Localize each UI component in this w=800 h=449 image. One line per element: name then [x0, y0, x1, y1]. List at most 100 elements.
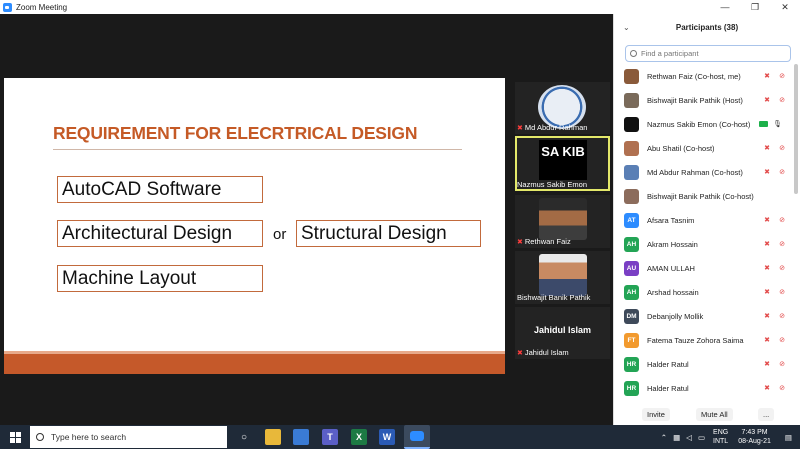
mute-all-button[interactable]: Mute All — [696, 407, 733, 421]
participant-row[interactable]: DM Debanjolly Mollik ✖ ⊘ — [614, 304, 792, 328]
video-tile-name: ✖ Rethwan Faiz — [517, 237, 571, 246]
video-off-icon: ⊘ — [779, 169, 785, 176]
participant-list-scrollbar[interactable] — [794, 64, 798, 194]
participant-avatar — [624, 116, 639, 132]
store-icon[interactable] — [293, 429, 309, 445]
participant-search-input[interactable] — [641, 49, 781, 58]
participants-panel: ⌄ Participants (38) Rethwan Faiz (Co-hos… — [613, 14, 800, 425]
participant-row[interactable]: Bishwajit Banik Pathik (Host) ✖ ⊘ — [614, 88, 792, 112]
participant-row[interactable]: HR Halder Ratul ✖ ⊘ — [614, 376, 792, 400]
mic-muted-icon: ✖ — [517, 349, 523, 357]
word-icon[interactable]: W — [379, 429, 395, 445]
volume-icon[interactable]: ◁ — [686, 433, 692, 442]
video-off-icon: ⊘ — [779, 145, 785, 152]
video-tile[interactable]: ✖ Md Abdur Rahman — [515, 82, 610, 134]
participant-row[interactable]: Md Abdur Rahman (Co-host) ✖ ⊘ — [614, 160, 792, 184]
slide-title-rule — [53, 149, 462, 150]
participant-row[interactable]: HR Halder Ratul ✖ ⊘ — [614, 352, 792, 376]
participant-name: Afsara Tasnim — [647, 215, 695, 225]
zoom-logo-icon — [3, 2, 12, 12]
participant-name: Arshad hossain — [647, 287, 699, 297]
participant-row[interactable]: Rethwan Faiz (Co-host, me) ✖ ⊘ — [614, 64, 792, 88]
participant-name: Rethwan Faiz (Co-host, me) — [647, 71, 741, 81]
taskbar-search[interactable]: Type here to search — [30, 426, 227, 448]
file-explorer-icon[interactable] — [265, 429, 281, 445]
slide-box-autocad: AutoCAD Software — [57, 176, 263, 203]
mic-on-icon: 🎙 — [773, 121, 782, 128]
video-off-icon: ⊘ — [779, 313, 785, 320]
participant-avatar: AU — [624, 260, 639, 276]
video-off-icon: ⊘ — [779, 385, 785, 392]
mic-muted-icon: ✖ — [764, 241, 770, 248]
participant-row[interactable]: AH Akram Hossain ✖ ⊘ — [614, 232, 792, 256]
task-view-icon[interactable]: ○ — [236, 429, 252, 445]
search-icon — [630, 50, 637, 57]
participant-name: Fatema Tauze Zohora Saima — [647, 335, 744, 345]
participant-name: Nazmus Sakib Emon (Co-host) — [647, 119, 751, 129]
participant-avatar: FT — [624, 332, 639, 348]
participant-row[interactable]: AH Arshad hossain ✖ ⊘ — [614, 280, 792, 304]
battery-icon[interactable]: ▭ — [698, 433, 705, 442]
mic-muted-icon: ✖ — [764, 385, 770, 392]
participant-search[interactable] — [625, 45, 791, 62]
window-title: Zoom Meeting — [16, 2, 68, 12]
zoom-taskbar-icon[interactable] — [404, 425, 430, 449]
video-off-icon: ⊘ — [779, 217, 785, 224]
video-tile-big-name: Jahidul Islam — [533, 325, 592, 335]
notification-icon[interactable]: ▤ — [785, 433, 792, 442]
participant-name: Akram Hossain — [647, 239, 698, 249]
participant-avatar: AT — [624, 212, 639, 228]
participant-video — [539, 198, 587, 240]
slide-box-machine: Machine Layout — [57, 265, 263, 292]
excel-icon[interactable]: X — [351, 429, 367, 445]
video-tile[interactable]: ✖ Rethwan Faiz — [515, 195, 610, 248]
video-tile-name: Nazmus Sakib Emon — [517, 180, 588, 189]
video-off-icon: ⊘ — [779, 289, 785, 296]
mic-muted-icon: ✖ — [764, 289, 770, 296]
participant-avatar: AH — [624, 236, 639, 252]
participant-row[interactable]: Bishwajit Banik Pathik (Co-host) — [614, 184, 792, 208]
participants-header: ⌄ Participants (38) — [614, 14, 800, 40]
network-icon[interactable]: ▦ — [673, 433, 680, 442]
invite-button[interactable]: Invite — [642, 407, 670, 421]
video-tile-name: ✖ Md Abdur Rahman — [517, 123, 588, 132]
video-tile[interactable]: Jahidul Islam ✖ Jahidul Islam — [515, 307, 610, 359]
participant-name: Bishwajit Banik Pathik (Host) — [647, 95, 743, 105]
participant-row[interactable]: AU AMAN ULLAH ✖ ⊘ — [614, 256, 792, 280]
meeting-area: REQUIREMENT FOR ELECRTRICAL DESIGN AutoC… — [0, 14, 612, 425]
teams-icon[interactable]: T — [322, 429, 338, 445]
window-controls: — ❐ ✕ — [710, 0, 800, 14]
windows-taskbar: Type here to search ○ T X W ⌃ ▦ ◁ ▭ ENG I… — [0, 425, 800, 449]
mic-muted-icon: ✖ — [764, 337, 770, 344]
participant-row[interactable]: Abu Shatil (Co-host) ✖ ⊘ — [614, 136, 792, 160]
screen-share-icon — [759, 121, 768, 127]
participant-avatar: AH — [624, 284, 639, 300]
video-off-icon: ⊘ — [779, 265, 785, 272]
video-tile[interactable]: Bishwajit Banik Pathik — [515, 251, 610, 304]
participant-name: Bishwajit Banik Pathik (Co-host) — [647, 191, 754, 201]
mic-muted-icon: ✖ — [764, 145, 770, 152]
start-button[interactable] — [0, 425, 30, 449]
chevron-up-icon[interactable]: ⌃ — [661, 433, 667, 442]
chevron-down-icon[interactable]: ⌄ — [623, 23, 630, 32]
close-button[interactable]: ✕ — [770, 0, 800, 14]
participant-row[interactable]: FT Fatema Tauze Zohora Saima ✖ ⊘ — [614, 328, 792, 352]
participant-video — [539, 254, 587, 296]
more-button[interactable]: ... — [758, 407, 775, 421]
video-tile-name: ✖ Jahidul Islam — [517, 348, 569, 357]
participant-row[interactable]: Nazmus Sakib Emon (Co-host) 🎙 — [614, 112, 792, 136]
participant-row[interactable]: AT Afsara Tasnim ✖ ⊘ — [614, 208, 792, 232]
minimize-button[interactable]: — — [710, 0, 740, 14]
participant-avatar — [624, 140, 639, 156]
participant-avatar — [624, 68, 639, 84]
participant-avatar — [624, 92, 639, 108]
video-tile-active-speaker[interactable]: SA KIB Nazmus Sakib Emon — [515, 136, 610, 191]
taskbar-clock[interactable]: 7:43 PM 08-Aug-21 — [738, 428, 771, 446]
slide-or-text: or — [273, 226, 287, 243]
language-indicator[interactable]: ENG INTL — [713, 428, 728, 446]
mic-muted-icon: ✖ — [764, 73, 770, 80]
video-off-icon: ⊘ — [779, 241, 785, 248]
participant-name: Debanjolly Mollik — [647, 311, 704, 321]
maximize-button[interactable]: ❐ — [740, 0, 770, 14]
mic-muted-icon: ✖ — [764, 361, 770, 368]
